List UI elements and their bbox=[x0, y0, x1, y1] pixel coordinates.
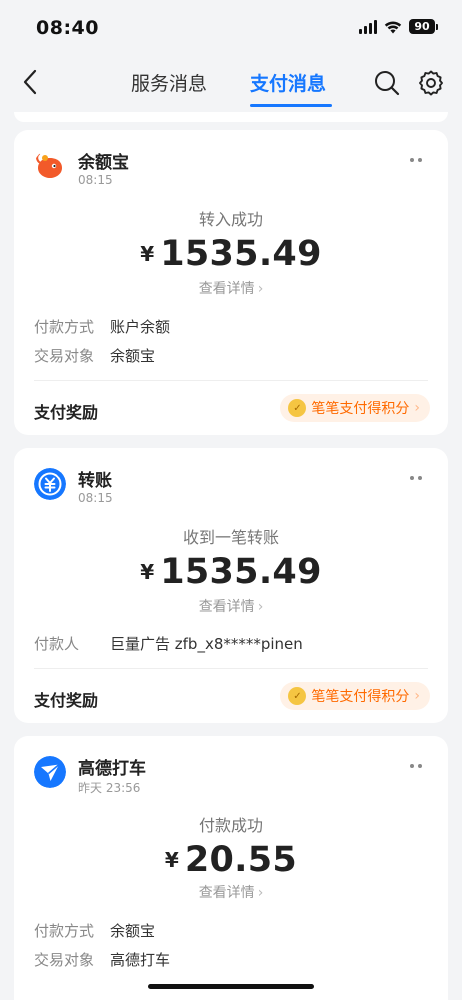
reward-label: 支付奖励 bbox=[34, 403, 99, 422]
info-label: 交易对象 bbox=[34, 951, 95, 969]
active-tab-indicator bbox=[250, 104, 332, 107]
view-details-link[interactable]: 查看详情 › bbox=[14, 882, 448, 902]
divider bbox=[34, 380, 428, 381]
view-details-label: 查看详情 bbox=[198, 599, 255, 615]
divider bbox=[34, 668, 428, 669]
info-row: 付款方式 账户余额 bbox=[34, 316, 170, 337]
reward-text: 笔笔支付得积分 bbox=[311, 689, 410, 705]
battery-level: 90 bbox=[409, 19, 435, 34]
tab-payment-messages[interactable]: 支付消息 bbox=[250, 69, 326, 96]
transaction-status: 付款成功 bbox=[198, 816, 263, 835]
payment-messages-screen: 08:40 90 服务消息 支付消息 余额宝 08:15 转入成功 ¥ 1535… bbox=[0, 0, 462, 1000]
info-value: 余额宝 bbox=[110, 347, 156, 365]
settings-button[interactable] bbox=[416, 68, 446, 98]
search-icon bbox=[375, 71, 400, 96]
back-button[interactable] bbox=[14, 66, 46, 98]
points-reward-button[interactable]: ✓ 笔笔支付得积分 › bbox=[280, 394, 430, 422]
chevron-right-icon: › bbox=[257, 281, 264, 297]
chevron-right-icon: › bbox=[257, 885, 264, 901]
previous-message-card bbox=[14, 112, 448, 122]
info-label: 交易对象 bbox=[34, 347, 95, 365]
chevron-right-icon: › bbox=[257, 599, 264, 615]
transaction-status: 转入成功 bbox=[198, 210, 263, 229]
battery-icon: 90 bbox=[409, 19, 438, 34]
message-time: 08:15 bbox=[78, 173, 113, 187]
merchant-name: 余额宝 bbox=[78, 153, 129, 173]
yuebao-icon bbox=[34, 150, 66, 182]
reward-text: 笔笔支付得积分 bbox=[311, 401, 410, 417]
coin-icon: ✓ bbox=[288, 399, 307, 417]
transaction-status: 收到一笔转账 bbox=[182, 528, 279, 547]
view-details-link[interactable]: 查看详情 › bbox=[14, 278, 448, 298]
amount-row: ¥20.55 bbox=[14, 840, 448, 880]
status-time: 08:40 bbox=[36, 17, 99, 39]
merchant-name: 转账 bbox=[78, 471, 112, 491]
info-row: 付款人 巨量广告 zfb_x8*****pinen bbox=[34, 633, 303, 654]
more-options-button[interactable] bbox=[404, 472, 428, 484]
transfer-icon bbox=[34, 468, 66, 500]
more-options-button[interactable] bbox=[404, 760, 428, 772]
view-details-label: 查看详情 bbox=[198, 281, 255, 297]
info-row: 交易对象 余额宝 bbox=[34, 345, 155, 366]
info-label: 付款方式 bbox=[34, 318, 95, 336]
reward-label: 支付奖励 bbox=[34, 691, 99, 710]
coin-icon: ✓ bbox=[288, 687, 307, 705]
info-row: 交易对象 高德打车 bbox=[34, 949, 170, 970]
amount: 1535.49 bbox=[160, 552, 322, 592]
message-time: 08:15 bbox=[78, 491, 113, 505]
amount: 1535.49 bbox=[160, 234, 322, 274]
search-button[interactable] bbox=[372, 68, 402, 98]
status-bar: 08:40 90 bbox=[0, 0, 462, 56]
view-details-link[interactable]: 查看详情 › bbox=[14, 596, 448, 616]
info-value: 巨量广告 zfb_x8*****pinen bbox=[110, 635, 303, 653]
home-indicator bbox=[148, 984, 314, 989]
message-time: 昨天 23:56 bbox=[78, 781, 141, 795]
gear-icon bbox=[419, 70, 443, 96]
currency-symbol: ¥ bbox=[140, 242, 155, 266]
info-value: 账户余额 bbox=[110, 318, 171, 336]
currency-symbol: ¥ bbox=[140, 560, 155, 584]
merchant-name: 高德打车 bbox=[78, 759, 146, 779]
amount-row: ¥1535.49 bbox=[14, 234, 448, 274]
info-value: 高德打车 bbox=[110, 951, 171, 969]
chevron-right-icon: › bbox=[414, 688, 420, 704]
info-row: 付款方式 余额宝 bbox=[34, 920, 155, 941]
signal-icon bbox=[359, 19, 377, 34]
message-card-amap-taxi[interactable]: 高德打车 昨天 23:56 付款成功 ¥20.55 查看详情 › 付款方式 余额宝 … bbox=[14, 736, 448, 1000]
chevron-left-icon bbox=[23, 69, 37, 95]
points-reward-button[interactable]: ✓ 笔笔支付得积分 › bbox=[280, 682, 430, 710]
wifi-icon bbox=[384, 21, 402, 33]
amount-row: ¥1535.49 bbox=[14, 552, 448, 592]
tab-service-messages[interactable]: 服务消息 bbox=[131, 69, 207, 96]
info-label: 付款人 bbox=[34, 635, 80, 653]
info-label: 付款方式 bbox=[34, 922, 95, 940]
amap-icon bbox=[34, 756, 66, 788]
info-value: 余额宝 bbox=[110, 922, 156, 940]
view-details-label: 查看详情 bbox=[198, 885, 255, 901]
chevron-right-icon: › bbox=[414, 400, 420, 416]
status-icons: 90 bbox=[359, 19, 438, 34]
message-card-transfer[interactable]: 转账 08:15 收到一笔转账 ¥1535.49 查看详情 › 付款人 巨量广告 z… bbox=[14, 448, 448, 723]
message-card-yuebao[interactable]: 余额宝 08:15 转入成功 ¥1535.49 查看详情 › 付款方式 账户余额 交… bbox=[14, 130, 448, 435]
amount: 20.55 bbox=[184, 840, 298, 880]
currency-symbol: ¥ bbox=[164, 848, 179, 872]
more-options-button[interactable] bbox=[404, 154, 428, 166]
nav-bar: 服务消息 支付消息 bbox=[0, 56, 462, 112]
